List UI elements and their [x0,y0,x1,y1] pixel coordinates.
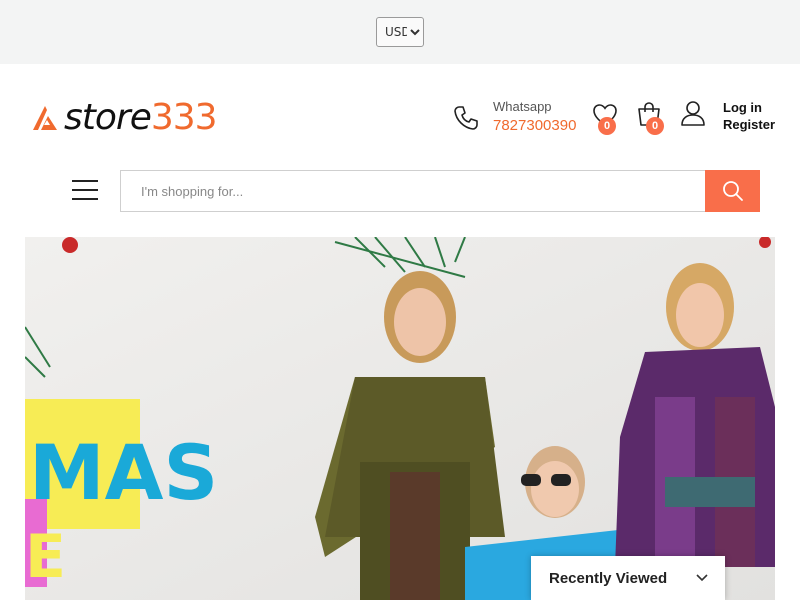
whatsapp-number[interactable]: 7827300390 [493,117,576,134]
logo-text: store333 [64,97,218,138]
recently-viewed-label: Recently Viewed [549,569,668,587]
login-link[interactable]: Log in [723,100,762,115]
site-logo[interactable]: store333 [30,97,218,138]
top-bar: USD [0,0,800,64]
menu-icon[interactable] [72,180,98,202]
recently-viewed-toggle[interactable]: Recently Viewed [531,556,725,600]
wishlist-count-badge: 0 [598,117,616,135]
search-icon [722,181,743,201]
currency-select[interactable]: USD [376,17,424,47]
register-link[interactable]: Register [723,117,775,132]
search-button[interactable] [705,170,760,212]
phone-icon[interactable] [452,104,480,132]
whatsapp-label: Whatsapp [493,99,552,114]
hero-banner[interactable]: MAS E [25,237,775,600]
logo-mark-icon [33,106,57,130]
chevron-down-icon [696,574,708,582]
menu-icon-bar [72,189,98,191]
hero-banner-image: MAS E [25,237,775,600]
menu-icon-bar [72,180,98,182]
search-bar [120,170,760,212]
user-icon[interactable] [680,100,706,126]
search-input[interactable] [120,170,705,212]
banner-sign-text: MAS [29,428,218,517]
banner-sign-text-lower: E [25,522,66,592]
logo-number: 333 [150,97,218,138]
cart-count-badge: 0 [646,117,664,135]
ornament [62,237,78,253]
logo-word: store [64,97,152,138]
menu-icon-bar [72,198,98,200]
